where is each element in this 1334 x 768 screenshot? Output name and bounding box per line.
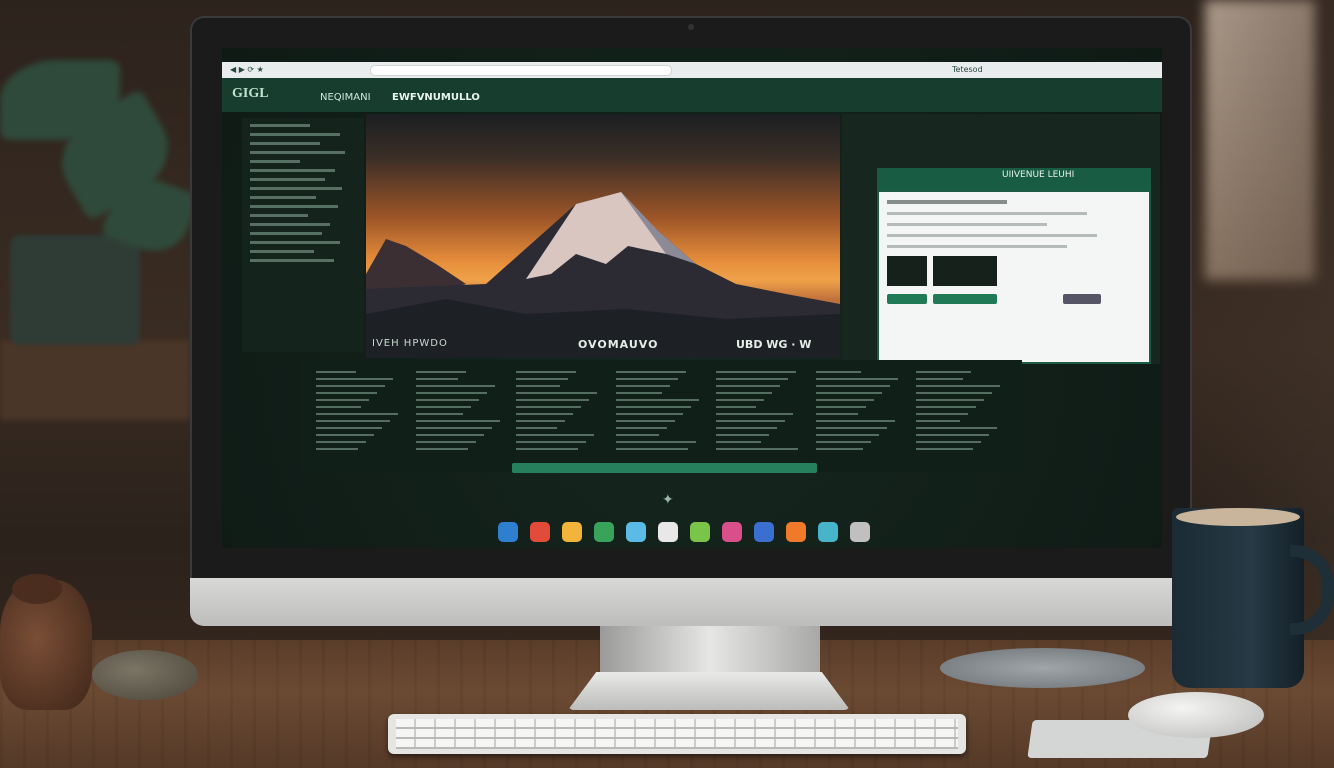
cursor-icon: ✦ xyxy=(662,492,674,508)
grid-column xyxy=(412,366,504,466)
nav-icons[interactable]: ◀ ▶ ⟳ ★ xyxy=(230,62,264,78)
mouse[interactable] xyxy=(1128,692,1264,738)
address-bar[interactable] xyxy=(370,65,672,76)
photo-caption-right: UBD WG · W xyxy=(736,338,812,351)
charging-pad xyxy=(940,648,1145,688)
keyboard-rows xyxy=(396,719,958,749)
left-sidebar xyxy=(242,118,364,352)
shelf xyxy=(0,340,190,420)
notes-icon[interactable] xyxy=(690,522,710,542)
mail-icon[interactable] xyxy=(562,522,582,542)
coffee-surface xyxy=(1176,508,1300,526)
toolbar-right-label[interactable]: Tetesod xyxy=(952,62,983,78)
thumbnail[interactable] xyxy=(887,256,927,286)
dock xyxy=(498,522,900,548)
store-icon[interactable] xyxy=(818,522,838,542)
thumbnail[interactable] xyxy=(933,256,997,286)
safari-icon[interactable] xyxy=(786,522,806,542)
app-name: EWFVNUMULLO xyxy=(392,92,480,103)
coffee-mug xyxy=(1172,508,1304,688)
grid-column xyxy=(512,366,604,466)
photo-caption-left: IVEH HPWDO xyxy=(372,338,448,349)
files-icon[interactable] xyxy=(594,522,614,542)
grid-column xyxy=(312,366,404,466)
mountain-photo[interactable] xyxy=(366,114,840,358)
music-icon[interactable] xyxy=(754,522,774,542)
grid-column xyxy=(812,366,904,466)
document-window-title: UIIVENUE LEUHI xyxy=(1002,170,1075,180)
chrome-icon[interactable] xyxy=(530,522,550,542)
app-subtitle: NEQIMANI xyxy=(320,92,371,103)
doc-button[interactable] xyxy=(1063,294,1101,304)
grid-column xyxy=(612,366,704,466)
app-icon[interactable] xyxy=(626,522,646,542)
maps-icon[interactable] xyxy=(722,522,742,542)
plant-pot xyxy=(10,235,140,345)
finder-icon[interactable] xyxy=(498,522,518,542)
monitor-chin xyxy=(190,578,1192,626)
grid-column xyxy=(912,366,1004,466)
browser-toolbar xyxy=(222,62,1162,78)
monitor-foot xyxy=(568,672,850,710)
camera-icon xyxy=(688,24,694,30)
grid-column xyxy=(712,366,804,466)
app-logo-text: GIGL xyxy=(232,86,269,101)
teapot-lid xyxy=(12,574,62,604)
doc-button[interactable] xyxy=(887,294,927,304)
photos-icon[interactable] xyxy=(658,522,678,542)
monitor-screen: ◀ ▶ ⟳ ★ Tetesod GIGL NEQIMANI EWFVNUMULL… xyxy=(222,48,1162,548)
mountain-illustration xyxy=(366,192,840,358)
settings-icon[interactable] xyxy=(850,522,870,542)
photo-caption-center: OVOMAUVO xyxy=(578,338,659,351)
document-window[interactable] xyxy=(877,190,1151,364)
doc-button[interactable] xyxy=(933,294,997,304)
stone-ornament xyxy=(92,650,198,700)
